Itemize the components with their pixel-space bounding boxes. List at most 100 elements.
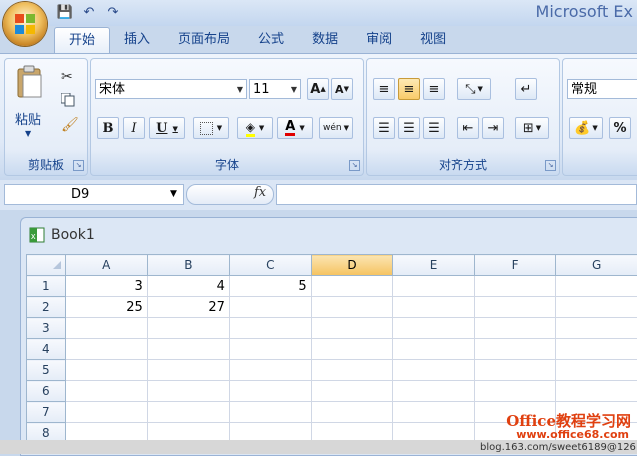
cell[interactable] bbox=[229, 360, 311, 381]
cell[interactable] bbox=[556, 318, 637, 339]
cell[interactable] bbox=[65, 318, 147, 339]
align-top-button[interactable]: ≡ bbox=[373, 78, 395, 100]
cell[interactable] bbox=[556, 360, 637, 381]
cell[interactable] bbox=[65, 360, 147, 381]
column-header[interactable]: A bbox=[65, 255, 147, 276]
align-bottom-button[interactable]: ≡ bbox=[423, 78, 445, 100]
undo-icon[interactable]: ↶ bbox=[80, 4, 98, 20]
font-name-select[interactable]: 宋体▼ bbox=[95, 79, 247, 99]
cell[interactable] bbox=[65, 381, 147, 402]
cell[interactable] bbox=[229, 381, 311, 402]
cell[interactable] bbox=[65, 339, 147, 360]
cell[interactable]: 3 bbox=[65, 276, 147, 297]
tab-data[interactable]: 数据 bbox=[298, 27, 352, 53]
percent-button[interactable]: % bbox=[609, 117, 631, 139]
cell[interactable] bbox=[556, 276, 637, 297]
column-header[interactable]: D bbox=[311, 255, 393, 276]
accounting-format-button[interactable]: 💰▼ bbox=[569, 117, 603, 139]
cell[interactable] bbox=[147, 318, 229, 339]
tab-home[interactable]: 开始 bbox=[54, 27, 110, 54]
select-all-button[interactable] bbox=[27, 255, 66, 276]
cell[interactable] bbox=[229, 318, 311, 339]
cell[interactable] bbox=[147, 402, 229, 423]
column-header[interactable]: F bbox=[474, 255, 556, 276]
paste-label[interactable]: 粘贴 bbox=[15, 109, 41, 128]
cell[interactable] bbox=[474, 360, 556, 381]
row-header[interactable]: 5 bbox=[27, 360, 66, 381]
paste-icon[interactable] bbox=[15, 65, 45, 101]
cell[interactable] bbox=[393, 339, 475, 360]
redo-icon[interactable]: ↷ bbox=[104, 4, 122, 20]
cell[interactable] bbox=[474, 318, 556, 339]
number-format-select[interactable]: 常规 bbox=[567, 79, 637, 99]
cell[interactable] bbox=[311, 402, 393, 423]
cell[interactable] bbox=[474, 276, 556, 297]
border-button[interactable]: ▼ bbox=[193, 117, 229, 139]
tab-view[interactable]: 视图 bbox=[406, 27, 460, 53]
cell[interactable] bbox=[229, 402, 311, 423]
clipboard-launcher-icon[interactable]: ↘ bbox=[73, 160, 84, 171]
cell[interactable]: 5 bbox=[229, 276, 311, 297]
formula-input[interactable] bbox=[276, 184, 637, 205]
cell[interactable]: 27 bbox=[147, 297, 229, 318]
alignment-launcher-icon[interactable]: ↘ bbox=[545, 160, 556, 171]
cut-icon[interactable]: ✂ bbox=[61, 69, 73, 85]
office-button[interactable] bbox=[3, 2, 47, 46]
name-box[interactable]: D9 bbox=[4, 184, 184, 205]
underline-button[interactable]: U▼ bbox=[149, 117, 185, 139]
tab-insert[interactable]: 插入 bbox=[110, 27, 164, 53]
column-header[interactable]: C bbox=[229, 255, 311, 276]
font-size-select[interactable]: 11▼ bbox=[249, 79, 301, 99]
cell[interactable] bbox=[311, 381, 393, 402]
cell[interactable] bbox=[311, 297, 393, 318]
cell[interactable] bbox=[65, 402, 147, 423]
cell[interactable] bbox=[393, 297, 475, 318]
cell[interactable] bbox=[147, 360, 229, 381]
cell[interactable]: 25 bbox=[65, 297, 147, 318]
format-painter-icon[interactable]: 🖌 bbox=[61, 117, 79, 133]
cell[interactable] bbox=[311, 360, 393, 381]
save-icon[interactable]: 💾 bbox=[56, 4, 74, 20]
column-header[interactable]: B bbox=[147, 255, 229, 276]
cell[interactable] bbox=[311, 276, 393, 297]
cell[interactable] bbox=[393, 381, 475, 402]
row-header[interactable]: 6 bbox=[27, 381, 66, 402]
orientation-button[interactable]: ⤡▼ bbox=[457, 78, 491, 100]
cell[interactable] bbox=[393, 402, 475, 423]
fill-color-button[interactable]: ◈▼ bbox=[237, 117, 273, 139]
paste-dropdown-icon[interactable]: ▼ bbox=[25, 129, 31, 138]
row-header[interactable]: 3 bbox=[27, 318, 66, 339]
column-header[interactable]: G bbox=[556, 255, 637, 276]
name-box-dropdown-icon[interactable]: ▼ bbox=[170, 189, 177, 199]
cell[interactable] bbox=[474, 381, 556, 402]
phonetic-button[interactable]: wén▼ bbox=[319, 117, 353, 139]
tab-page-layout[interactable]: 页面布局 bbox=[164, 27, 244, 53]
shrink-font-button[interactable]: A▼ bbox=[331, 78, 353, 100]
cell[interactable] bbox=[556, 381, 637, 402]
bold-button[interactable]: B bbox=[97, 117, 119, 139]
cell[interactable] bbox=[229, 297, 311, 318]
row-header[interactable]: 7 bbox=[27, 402, 66, 423]
cell[interactable] bbox=[311, 318, 393, 339]
increase-indent-button[interactable]: ⇥ bbox=[482, 117, 504, 139]
cell[interactable] bbox=[556, 339, 637, 360]
cell[interactable] bbox=[393, 318, 475, 339]
cell[interactable] bbox=[311, 339, 393, 360]
cell[interactable] bbox=[474, 339, 556, 360]
font-launcher-icon[interactable]: ↘ bbox=[349, 160, 360, 171]
merge-center-button[interactable]: ⊞▼ bbox=[515, 117, 549, 139]
row-header[interactable]: 1 bbox=[27, 276, 66, 297]
tab-review[interactable]: 审阅 bbox=[352, 27, 406, 53]
row-header[interactable]: 2 bbox=[27, 297, 66, 318]
cell[interactable] bbox=[147, 339, 229, 360]
align-left-button[interactable]: ☰ bbox=[373, 117, 395, 139]
font-color-button[interactable]: A▼ bbox=[277, 117, 313, 139]
copy-icon[interactable] bbox=[61, 93, 75, 107]
grow-font-button[interactable]: A▲ bbox=[307, 78, 329, 100]
cell[interactable] bbox=[147, 381, 229, 402]
cell[interactable] bbox=[556, 297, 637, 318]
italic-button[interactable]: I bbox=[123, 117, 145, 139]
column-header[interactable]: E bbox=[393, 255, 475, 276]
cell[interactable] bbox=[474, 297, 556, 318]
align-center-button[interactable]: ☰ bbox=[398, 117, 420, 139]
